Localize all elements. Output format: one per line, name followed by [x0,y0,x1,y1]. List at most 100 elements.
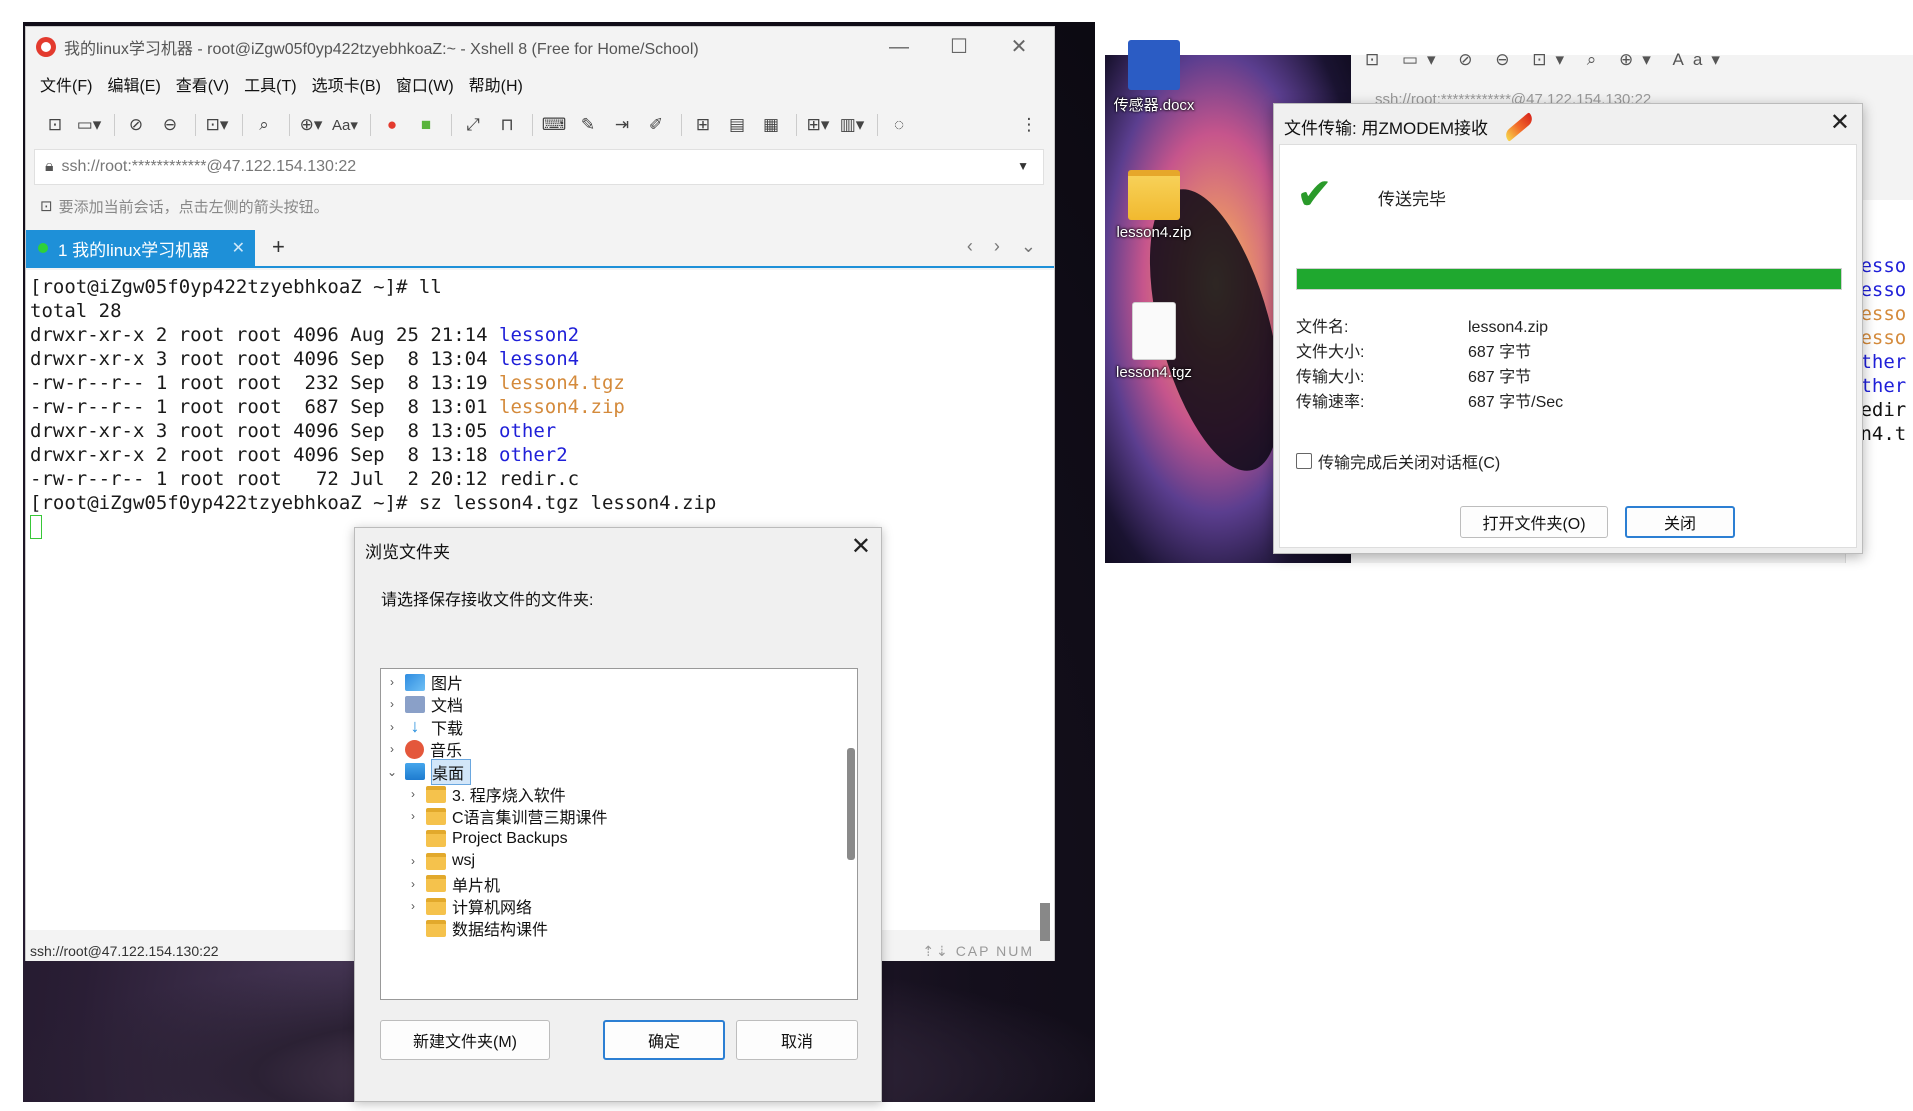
chevron-right-icon[interactable]: › [385,675,399,689]
transfer-info-row: 传输大小: 687 字节 [1296,363,1531,387]
file-meta: drwxr-xr-x 2 root root 4096 Sep 8 13:18 [30,444,499,466]
add-icon[interactable]: ⊞▾ [803,110,833,140]
chevron-right-icon[interactable]: › [385,720,399,734]
chevron-right-icon[interactable]: › [385,742,399,756]
new-folder-button[interactable]: 新建文件夹(M) [380,1020,550,1060]
close-button[interactable]: 关闭 [1625,506,1735,538]
address-bar[interactable]: 🔒︎ ssh://root:************@47.122.154.13… [34,149,1044,185]
tree-item-label: Project Backups [452,829,568,847]
checkbox-box[interactable] [1296,453,1312,469]
menu-item[interactable]: 编辑(E) [107,72,160,96]
folder-icon [426,875,446,893]
file-meta: drwxr-xr-x 3 root root 4096 Sep 8 13:04 [30,348,499,370]
log-icon[interactable]: ▤ [722,110,752,140]
script-icon[interactable]: ✐ [641,110,671,140]
open-folder-button[interactable]: 打开文件夹(O) [1460,506,1608,538]
lock-icon[interactable]: ⊓ [492,110,522,140]
copy-icon[interactable]: ⊡▾ [202,110,232,140]
close-icon[interactable]: ✕ [851,532,871,561]
maximize-button[interactable]: ☐ [944,33,974,61]
desktop-item-tgz[interactable]: lesson4.tgz [1104,302,1204,381]
desktop-item-label: 传感器.docx [1113,97,1195,114]
file-name: lesson4 [499,348,580,370]
tree-item-folder[interactable]: 数据结构课件 [406,915,548,941]
terminal-line: -rw-r--r-- 1 root root 72 Jul 2 20:12 re… [30,467,1050,491]
menu-item[interactable]: 帮助(H) [469,72,523,96]
info-label: 传输速率: [1296,394,1365,411]
tree-scrollbar[interactable] [847,748,855,860]
info-value: 687 字节 [1468,344,1532,361]
tree-item-label: 文档 [431,698,464,716]
xftp-icon[interactable]: ■ [411,110,441,140]
close-button[interactable]: ✕ [1004,33,1034,61]
new-session-icon[interactable]: ⊡ [40,110,70,140]
chevron-right-icon[interactable]: › [406,809,420,823]
chevron-right-icon[interactable]: › [406,877,420,891]
menu-item[interactable]: 查看(V) [176,72,229,96]
music-icon [405,739,424,759]
terminal-scrollbar[interactable] [1040,903,1050,943]
keyboard-icon[interactable]: ⌨ [539,110,569,140]
notes-icon[interactable]: ▦ [756,110,786,140]
transfer-arrows-icon: ⇡⇣ [922,943,950,959]
chevron-right-icon[interactable]: › [385,697,399,711]
minimize-button[interactable]: — [884,33,914,61]
xshell-icon[interactable]: ● [377,110,407,140]
font-icon[interactable]: Aa▾ [330,110,360,140]
desktop-item-zip[interactable]: lesson4.zip [1104,170,1204,241]
chevron-down-icon[interactable]: ▼ [1017,159,1029,173]
folder-icon [426,830,446,848]
file-icon [1132,302,1176,360]
tunnel-icon[interactable]: ⊞ [688,110,718,140]
tab-session[interactable]: 1 我的linux学习机器 ✕ [26,230,255,266]
progress-fill [1297,269,1841,289]
search-icon[interactable]: ⌕ [249,110,279,140]
desktop-item-docx[interactable]: 传感器.docx [1104,40,1204,115]
dialog-title: 浏览文件夹 [365,543,450,562]
folder-icon [426,852,446,870]
terminal-line: drwxr-xr-x 2 root root 4096 Sep 8 13:18 … [30,443,1050,467]
close-icon[interactable]: ✕ [1830,108,1850,137]
checkbox-label: 传输完成后关闭对话框(C) [1318,455,1501,472]
menu-item[interactable]: 选项卡(B) [312,72,381,96]
fullscreen-icon[interactable]: ⤢ [458,110,488,140]
info-label: 文件名: [1296,319,1349,336]
globe-icon[interactable]: ⊕▾ [296,110,326,140]
new-tab-button[interactable]: + [272,234,285,260]
chevron-right-icon[interactable]: › [406,854,420,868]
folder-tree[interactable]: › 图片 › 文档 › ↓ 下载 › 音乐 ⌄ 桌面 › 3. 程序烧入软件 › C语言集训营三期课件 Pro… [380,668,858,1000]
disconnect-icon[interactable]: ⊖ [155,110,185,140]
progress-bar [1296,268,1842,290]
tab-bar: 1 我的linux学习机器 ✕ + ‹ › ⌄ [26,230,1054,268]
folder-icon [426,785,446,803]
hint-text: 要添加当前会话，点击左侧的箭头按钮。 [58,198,329,216]
open-folder-icon[interactable]: ▭▾ [74,110,104,140]
tab-navigation[interactable]: ‹ › ⌄ [967,236,1044,257]
documents-icon [405,695,425,713]
chevron-down-icon[interactable]: ⌄ [385,765,399,779]
downloads-icon: ↓ [410,716,420,737]
chevron-right-icon[interactable]: › [406,899,420,913]
add-session-icon[interactable]: ⊡ [40,197,53,215]
layout-icon[interactable]: ▥▾ [837,110,867,140]
chevron-right-icon[interactable]: › [406,787,420,801]
word-file-icon [1128,40,1180,90]
dialog-body: ✔ 传送完毕 文件名: lesson4.zip 文件大小: 687 字节 传输大小: 68… [1279,144,1857,548]
tab-close-icon[interactable]: ✕ [232,238,245,258]
cancel-button[interactable]: 取消 [736,1020,858,1060]
menu-item[interactable]: 文件(F) [40,72,92,96]
info-value: 687 字节 [1468,369,1532,386]
menu-item[interactable]: 窗口(W) [396,72,454,96]
menu-item[interactable]: 工具(T) [244,72,296,96]
more-icon[interactable]: ⋮ [1014,110,1044,140]
ok-button[interactable]: 确定 [603,1020,725,1060]
file-meta: drwxr-xr-x 3 root root 4096 Sep 8 13:05 [30,420,499,442]
chat-icon[interactable]: ◌ [884,110,914,140]
connect-icon[interactable]: ⊘ [121,110,151,140]
address-text: ssh://root:************@47.122.154.130:2… [61,158,357,175]
auto-close-checkbox[interactable]: 传输完成后关闭对话框(C) [1296,449,1500,473]
compose-icon[interactable]: ✎ [573,110,603,140]
transfer-icon[interactable]: ⇥ [607,110,637,140]
terminal-line: drwxr-xr-x 3 root root 4096 Sep 8 13:04 … [30,347,1050,371]
lock-icon: 🔒︎ [45,158,54,175]
